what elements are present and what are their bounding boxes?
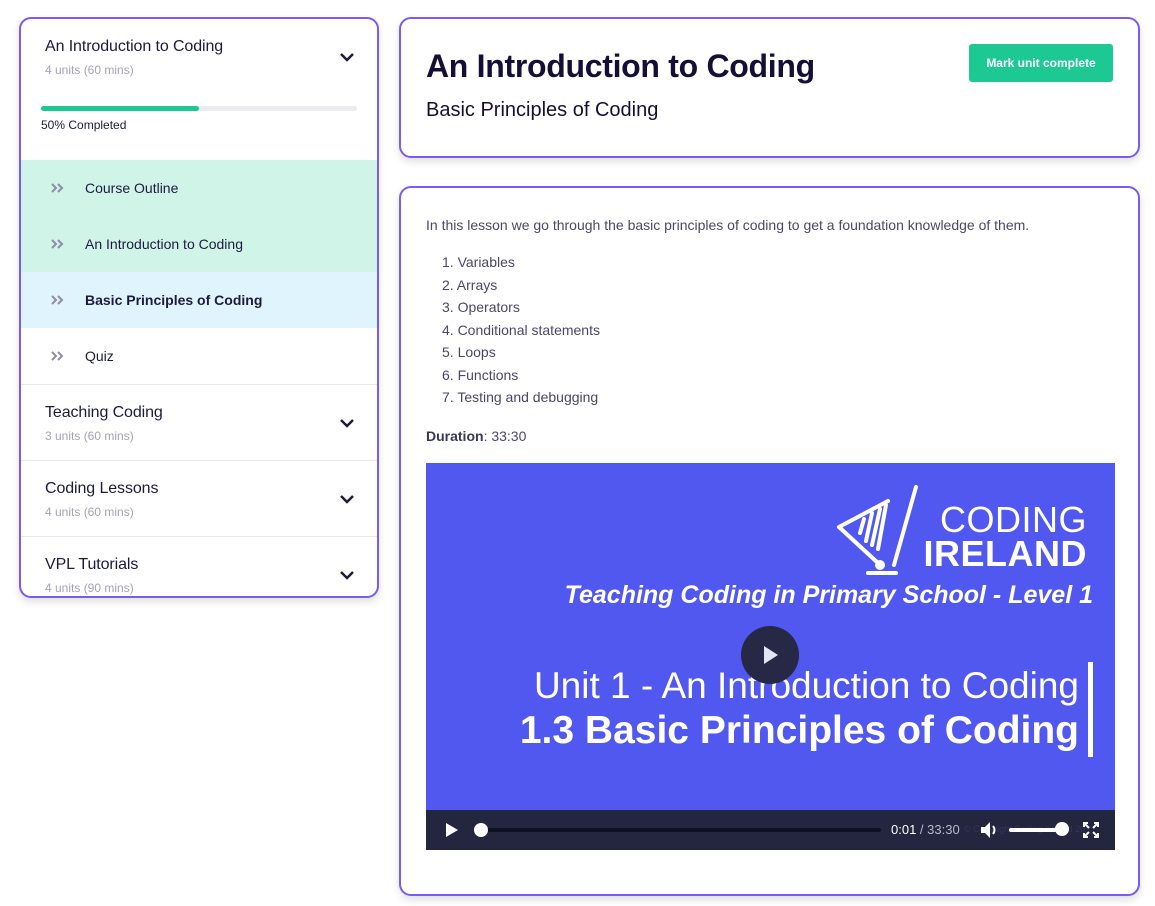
progress-label: 50% Completed	[41, 118, 127, 132]
section-header[interactable]: An Introduction to Coding 4 units (60 mi…	[21, 19, 377, 94]
play-icon[interactable]	[445, 823, 459, 837]
section-meta: 4 units (60 mins)	[45, 63, 134, 77]
seek-handle[interactable]	[474, 823, 489, 837]
section-meta: 4 units (60 mins)	[45, 505, 134, 519]
lesson-item-basic-principles-of-coding[interactable]: Basic Principles of Coding	[21, 272, 377, 328]
current-time: 0:01	[891, 822, 917, 837]
section-title: VPL Tutorials	[45, 556, 139, 573]
topic-item: 1. Variables	[442, 254, 515, 270]
topic-item: 5. Loops	[442, 344, 496, 360]
topic-item: 3. Operators	[442, 299, 520, 315]
topic-item: 2. Arrays	[442, 276, 498, 293]
progress-fill	[41, 106, 199, 111]
lesson-label: An Introduction to Coding	[85, 236, 243, 252]
section-vpl-tutorials: VPL Tutorials 4 units (90 mins)	[21, 537, 377, 596]
topic-item: 6. Functions	[442, 366, 519, 383]
seek-bar[interactable]	[474, 823, 881, 837]
video-tagline: Teaching Coding in Primary School - Leve…	[564, 581, 1093, 609]
lesson-item-course-outline[interactable]: Course Outline	[21, 160, 377, 216]
lesson-label: Quiz	[85, 348, 114, 364]
big-play-button[interactable]	[741, 626, 799, 684]
topic-list: 1. Variables 2. Arrays 3. Operators 4. C…	[426, 254, 600, 412]
double-chevron-right-icon	[51, 295, 64, 305]
topic-item: 4. Conditional statements	[442, 321, 600, 338]
section-meta: 4 units (90 mins)	[45, 581, 134, 595]
section-title: An Introduction to Coding	[45, 38, 224, 55]
time-display: 0:01 / 33:30	[891, 822, 960, 837]
page-title: An Introduction to Coding	[426, 48, 815, 84]
duration-label: Duration	[426, 428, 484, 444]
chevron-down-icon[interactable]	[339, 493, 355, 505]
fullscreen-icon[interactable]	[1083, 822, 1099, 838]
section-title: Teaching Coding	[45, 404, 163, 421]
double-chevron-right-icon	[51, 183, 64, 193]
time-separator: /	[916, 822, 928, 837]
lesson-content-card: In this lesson we go through the basic p…	[399, 186, 1140, 896]
lesson-label: Basic Principles of Coding	[85, 292, 263, 308]
section-meta: 3 units (60 mins)	[45, 429, 134, 443]
lesson-item-an-introduction-to-coding[interactable]: An Introduction to Coding	[21, 216, 377, 272]
chevron-down-icon[interactable]	[339, 51, 355, 63]
chevron-down-icon[interactable]	[339, 417, 355, 429]
course-sidebar: An Introduction to Coding 4 units (60 mi…	[19, 17, 379, 598]
progress-bar	[41, 106, 357, 111]
duration: Duration: 33:30	[426, 428, 526, 444]
video-player[interactable]: CODING IRELAND Teaching Coding in Primar…	[426, 463, 1115, 850]
section-header[interactable]: Teaching Coding 3 units (60 mins)	[21, 385, 377, 460]
chevron-down-icon[interactable]	[339, 569, 355, 581]
section-header[interactable]: VPL Tutorials 4 units (90 mins)	[21, 537, 377, 596]
video-unit-title: Unit 1 - An Introduction to Coding	[533, 665, 1079, 706]
section-teaching-coding: Teaching Coding 3 units (60 mins)	[21, 385, 377, 461]
brand-line-2: IRELAND	[923, 533, 1087, 574]
video-lesson-title: 1.3 Basic Principles of Coding	[519, 709, 1079, 752]
duration-value: : 33:30	[483, 428, 527, 444]
page-subtitle: Basic Principles of Coding	[426, 99, 659, 121]
harp-logo-icon	[837, 485, 918, 575]
lesson-item-quiz[interactable]: Quiz	[21, 328, 377, 384]
topic-item: 7. Testing and debugging	[442, 389, 599, 405]
video-controls: 0:01 / 33:30 © Copyright Coding Ireland …	[426, 810, 1115, 850]
lesson-intro: In this lesson we go through the basic p…	[426, 217, 1030, 233]
title-divider	[1088, 662, 1093, 757]
unit-header-card: An Introduction to Coding Basic Principl…	[399, 17, 1140, 158]
section-title: Coding Lessons	[45, 480, 159, 497]
volume-handle[interactable]	[1055, 822, 1069, 836]
progress: 50% Completed	[21, 106, 377, 160]
total-time: 33:30	[927, 822, 960, 837]
section-header[interactable]: Coding Lessons 4 units (60 mins)	[21, 461, 377, 536]
play-icon	[764, 646, 778, 664]
section-an-introduction-to-coding: An Introduction to Coding 4 units (60 mi…	[21, 19, 377, 385]
volume-icon[interactable]	[980, 821, 1000, 839]
section-coding-lessons: Coding Lessons 4 units (60 mins)	[21, 461, 377, 537]
lesson-label: Course Outline	[85, 180, 179, 196]
double-chevron-right-icon	[51, 351, 64, 361]
double-chevron-right-icon	[51, 239, 64, 249]
mark-unit-complete-button[interactable]: Mark unit complete	[969, 44, 1113, 82]
